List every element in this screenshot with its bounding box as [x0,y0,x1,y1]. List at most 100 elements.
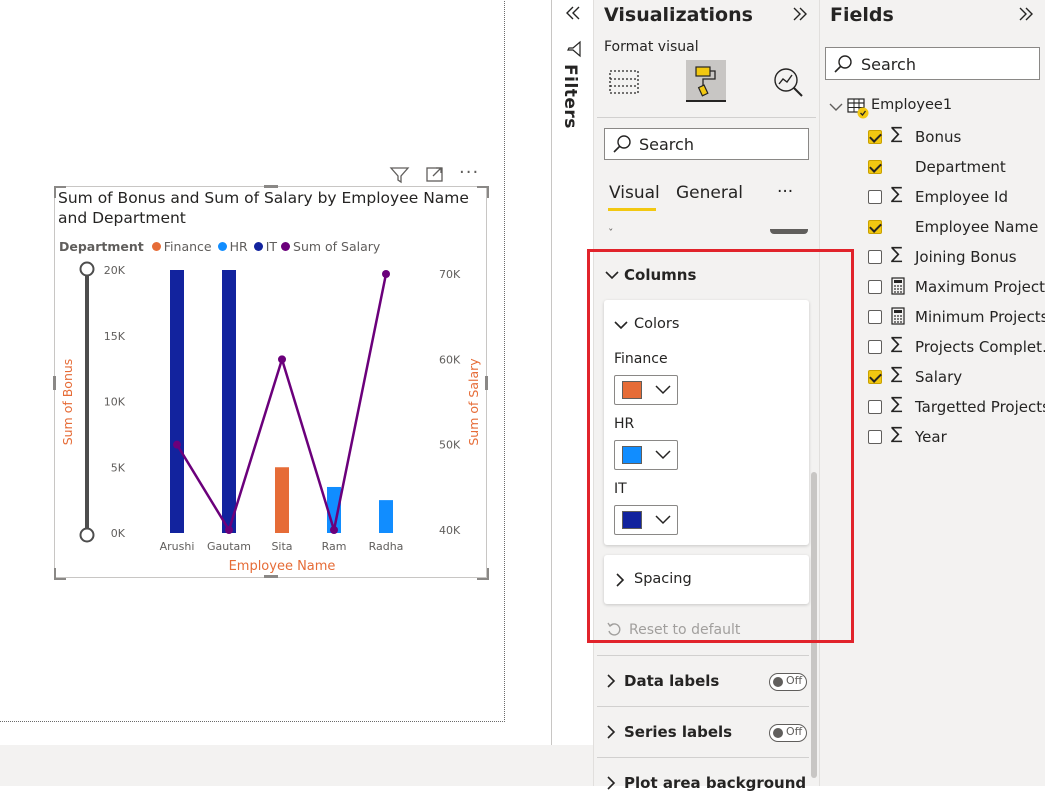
field-checkbox[interactable] [868,280,882,294]
field-row[interactable]: ∑ Projects Complet… [860,332,1045,362]
series-labels-section[interactable]: Series labels [624,723,732,741]
format-tab-underline [686,100,726,102]
field-row[interactable]: ∑ Salary [860,362,1045,392]
field-row[interactable]: ∑ Year [860,422,1045,452]
table-name-employee1[interactable]: Employee1 [871,97,952,113]
field-row[interactable]: Maximum Projects [860,272,1045,302]
y2-axis-title: Sum of Salary [466,358,481,446]
section-divider [597,757,809,758]
sigma-icon: ∑ [891,364,903,384]
y-axis-title: Sum of Bonus [60,359,75,446]
field-checkbox[interactable] [868,400,882,414]
paint-roller-icon [695,66,716,97]
format-visual-label: Format visual [604,39,699,55]
build-visual-icon[interactable] [607,65,641,99]
series-labels-toggle[interactable]: Off [769,724,807,742]
calculator-icon [891,307,905,325]
bar-it [222,270,236,533]
visualizations-title: Visualizations [604,4,753,26]
filters-label[interactable]: Filters [560,64,580,129]
x-tick-label: Gautam [207,540,251,553]
search-icon [834,55,852,73]
sigma-icon: ∑ [891,394,903,414]
field-label: Maximum Projects [915,278,1045,296]
annotation-highlight-box [587,249,854,643]
field-row[interactable]: Minimum Projects [860,302,1045,332]
field-label: Department [915,158,1006,176]
zoom-slider-bottom-handle[interactable] [79,527,95,543]
filter-funnel-icon [567,40,581,58]
section-divider [597,706,809,707]
x-tick-label: Arushi [160,540,195,553]
field-row[interactable]: ∑ Bonus [860,122,1045,152]
chevron-right-icon[interactable] [604,775,618,791]
field-checkbox[interactable] [868,370,882,384]
field-label: Year [915,428,947,446]
field-checkbox[interactable] [868,160,882,174]
chart-plot-area: Sum of Bonus Sum of Salary Employee Name… [60,261,481,574]
field-checkbox[interactable] [868,220,882,234]
chevron-down-icon[interactable] [828,99,844,115]
y-tick-label: 5K [111,461,126,474]
sigma-icon: ∑ [891,184,903,204]
field-row[interactable]: Employee Name [860,212,1045,242]
scroll-fragment [770,229,808,234]
salary-point [330,526,338,534]
field-checkbox[interactable] [868,430,882,444]
more-tabs-icon[interactable]: ··· [777,182,793,202]
y-tick-label: 0K [111,527,126,540]
sigma-icon: ∑ [891,124,903,144]
fields-search-placeholder: Search [861,55,916,74]
format-search-input[interactable] [604,128,809,160]
field-row[interactable]: ∑ Employee Id [860,182,1045,212]
fields-title: Fields [830,4,894,26]
field-label: Employee Name [915,218,1039,236]
y-tick-label: 15K [104,330,126,343]
chevron-right-icon[interactable] [604,724,618,740]
y-tick-label: 20K [104,264,126,277]
field-checkbox[interactable] [868,130,882,144]
analytics-magnifier-icon[interactable] [771,65,807,99]
tab-general[interactable]: General [676,183,743,203]
y2-tick-label: 50K [439,439,461,452]
fields-search-input[interactable] [825,47,1040,80]
chevron-right-icon[interactable] [604,673,618,689]
field-checkbox[interactable] [868,310,882,324]
tab-visual-underline [608,208,656,211]
x-tick-label: Sita [271,540,292,553]
bar-it [170,270,184,533]
toggle-knob [773,676,783,687]
field-checkbox[interactable] [868,250,882,264]
collapse-double-chevron-icon[interactable] [563,3,583,23]
field-checkbox[interactable] [868,340,882,354]
field-row[interactable]: Department [860,152,1045,182]
data-labels-toggle[interactable]: Off [769,673,807,691]
tab-visual[interactable]: Visual [609,183,660,203]
field-row[interactable]: ∑ Joining Bonus [860,242,1045,272]
field-label: Salary [915,368,963,386]
search-icon [613,135,631,153]
pane-divider [597,117,816,118]
expand-double-chevron-icon[interactable] [789,4,811,24]
sigma-icon: ∑ [891,244,903,264]
page-tabs-bar [0,745,593,786]
field-label: Bonus [915,128,962,146]
y2-tick-label: 70K [439,268,461,281]
salary-point [173,440,181,449]
sigma-icon: ∑ [891,334,903,354]
bar-finance [275,467,289,533]
x-tick-label: Ram [322,540,347,553]
zoom-slider-top-handle[interactable] [79,261,95,277]
bar-hr [379,500,393,533]
field-row[interactable]: ∑ Targetted Projects [860,392,1045,422]
y2-tick-label: 40K [439,524,461,537]
data-labels-section[interactable]: Data labels [624,672,719,690]
toggle-state: Off [786,725,803,738]
table-icon [847,98,869,119]
salary-point [278,355,286,364]
plot-area-background-section[interactable]: Plot area background [624,774,806,792]
field-label: Targetted Projects [915,398,1045,416]
expand-double-chevron-icon[interactable] [1015,4,1037,24]
field-checkbox[interactable] [868,190,882,204]
salary-point [225,526,233,534]
